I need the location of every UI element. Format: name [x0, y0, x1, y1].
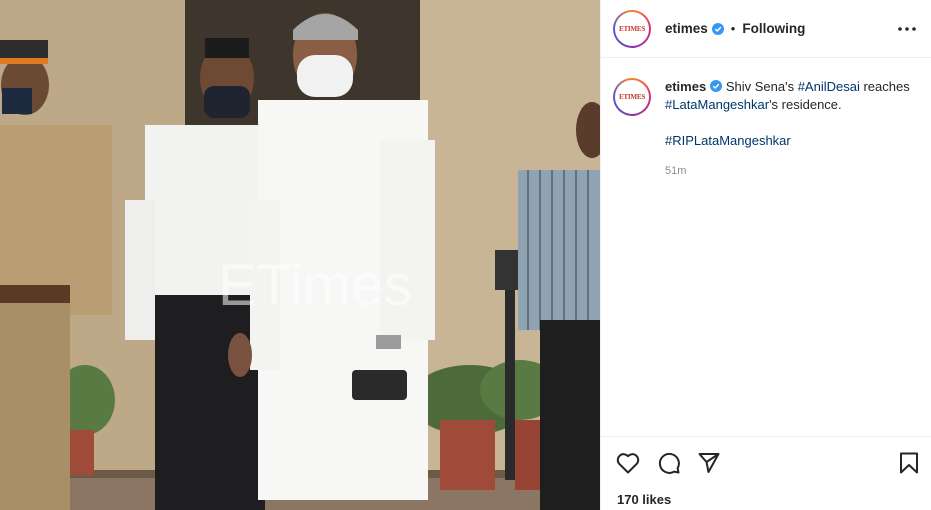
avatar-logo-text: ETIMES	[618, 93, 646, 101]
comment-button[interactable]	[655, 449, 683, 477]
caption-avatar[interactable]: ETIMES	[613, 78, 651, 116]
caption: ETIMES etimes Shiv Sena's #AnilDesai rea…	[613, 78, 923, 180]
comment-icon	[658, 452, 680, 474]
post-header: ETIMES etimes • Following	[601, 0, 931, 58]
share-icon	[698, 453, 720, 473]
caption-text-part: Shiv Sena's	[725, 79, 798, 94]
following-button[interactable]: Following	[742, 21, 805, 36]
avatar-logo-text: ETIMES	[618, 24, 646, 33]
caption-text-part: 's residence.	[769, 97, 842, 112]
like-button[interactable]	[614, 449, 642, 477]
heart-icon	[616, 453, 640, 474]
bookmark-icon	[900, 452, 918, 474]
caption-username[interactable]: etimes	[665, 79, 706, 94]
image-watermark: ETimes	[218, 253, 412, 318]
save-button[interactable]	[895, 449, 923, 477]
post-image[interactable]: ETimes	[0, 0, 600, 510]
likes-count[interactable]: 170 likes	[617, 492, 671, 507]
verified-icon	[711, 22, 724, 35]
header-username[interactable]: etimes	[665, 21, 708, 36]
avatar[interactable]: ETIMES	[613, 9, 651, 48]
caption-text-part: reaches	[859, 79, 910, 94]
hashtag-link[interactable]: #LataMangeshkar	[665, 97, 769, 112]
hashtag-link[interactable]: #AnilDesai	[798, 79, 860, 94]
action-bar: 170 likes	[601, 436, 931, 510]
caption-body: etimes Shiv Sena's #AnilDesai reaches #L…	[665, 78, 923, 180]
verified-icon	[710, 80, 723, 92]
post-side-panel: ETIMES etimes • Following ETIMES etimes …	[600, 0, 931, 510]
timestamp[interactable]: 51m	[665, 162, 923, 180]
more-icon	[898, 26, 916, 31]
more-options-button[interactable]	[895, 17, 919, 41]
share-button[interactable]	[695, 449, 723, 477]
caption-hashtags: #RIPLataMangeshkar	[665, 132, 923, 150]
caption-text: etimes Shiv Sena's #AnilDesai reaches #L…	[665, 78, 923, 114]
hashtag-link[interactable]: #RIPLataMangeshkar	[665, 133, 791, 148]
separator-dot: •	[730, 21, 736, 36]
